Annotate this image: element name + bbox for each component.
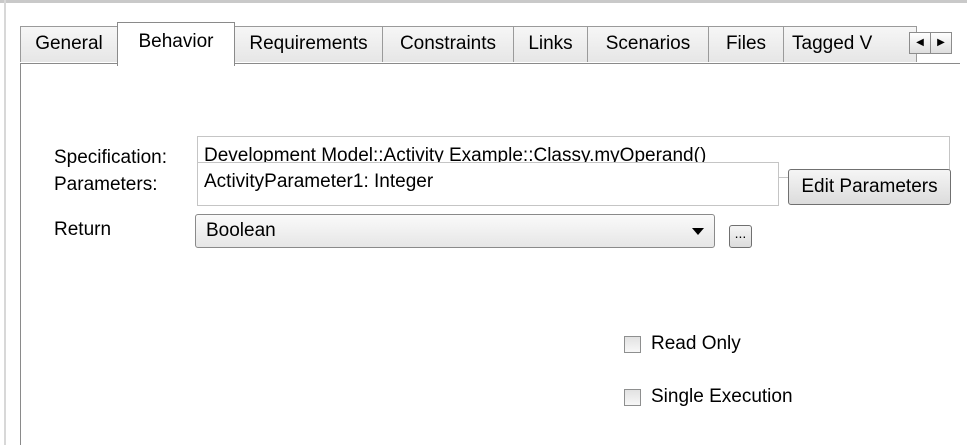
parameters-field[interactable]: ActivityParameter1: Integer [197, 162, 779, 206]
tab-requirements[interactable]: Requirements [234, 26, 383, 62]
tab-files[interactable]: Files [708, 26, 784, 62]
read-only-checkbox[interactable] [624, 335, 641, 353]
chevron-down-icon [692, 228, 704, 235]
return-type-value: Boolean [206, 220, 276, 241]
tab-strip: General Behavior Requirements Constraint… [20, 22, 960, 66]
tab-scroll-left-icon[interactable]: ◀ [909, 32, 931, 54]
tab-general[interactable]: General [20, 26, 118, 62]
tab-scroll-right-icon[interactable]: ▶ [930, 32, 952, 54]
specification-label: Specification: [54, 147, 168, 168]
read-only-option[interactable]: Read Only [624, 332, 741, 356]
return-type-select[interactable]: Boolean [195, 214, 715, 248]
return-label: Return [54, 219, 112, 240]
tab-links[interactable]: Links [513, 26, 588, 62]
single-execution-checkbox[interactable] [624, 388, 641, 406]
window-top-edge [0, 0, 967, 3]
single-execution-option[interactable]: Single Execution [624, 385, 793, 409]
behavior-panel: Specification: Development Model::Activi… [20, 63, 960, 445]
parameters-label: Parameters: [54, 174, 158, 195]
read-only-label: Read Only [651, 333, 741, 354]
tab-behavior[interactable]: Behavior [117, 22, 235, 66]
tab-constraints[interactable]: Constraints [382, 26, 514, 62]
single-execution-label: Single Execution [651, 386, 793, 407]
tab-tagged-values[interactable]: Tagged V [783, 26, 917, 62]
browse-return-type-button[interactable]: ... [729, 225, 752, 248]
edit-parameters-button[interactable]: Edit Parameters [788, 169, 951, 205]
tab-scenarios[interactable]: Scenarios [587, 26, 709, 62]
window-left-edge [4, 0, 6, 445]
